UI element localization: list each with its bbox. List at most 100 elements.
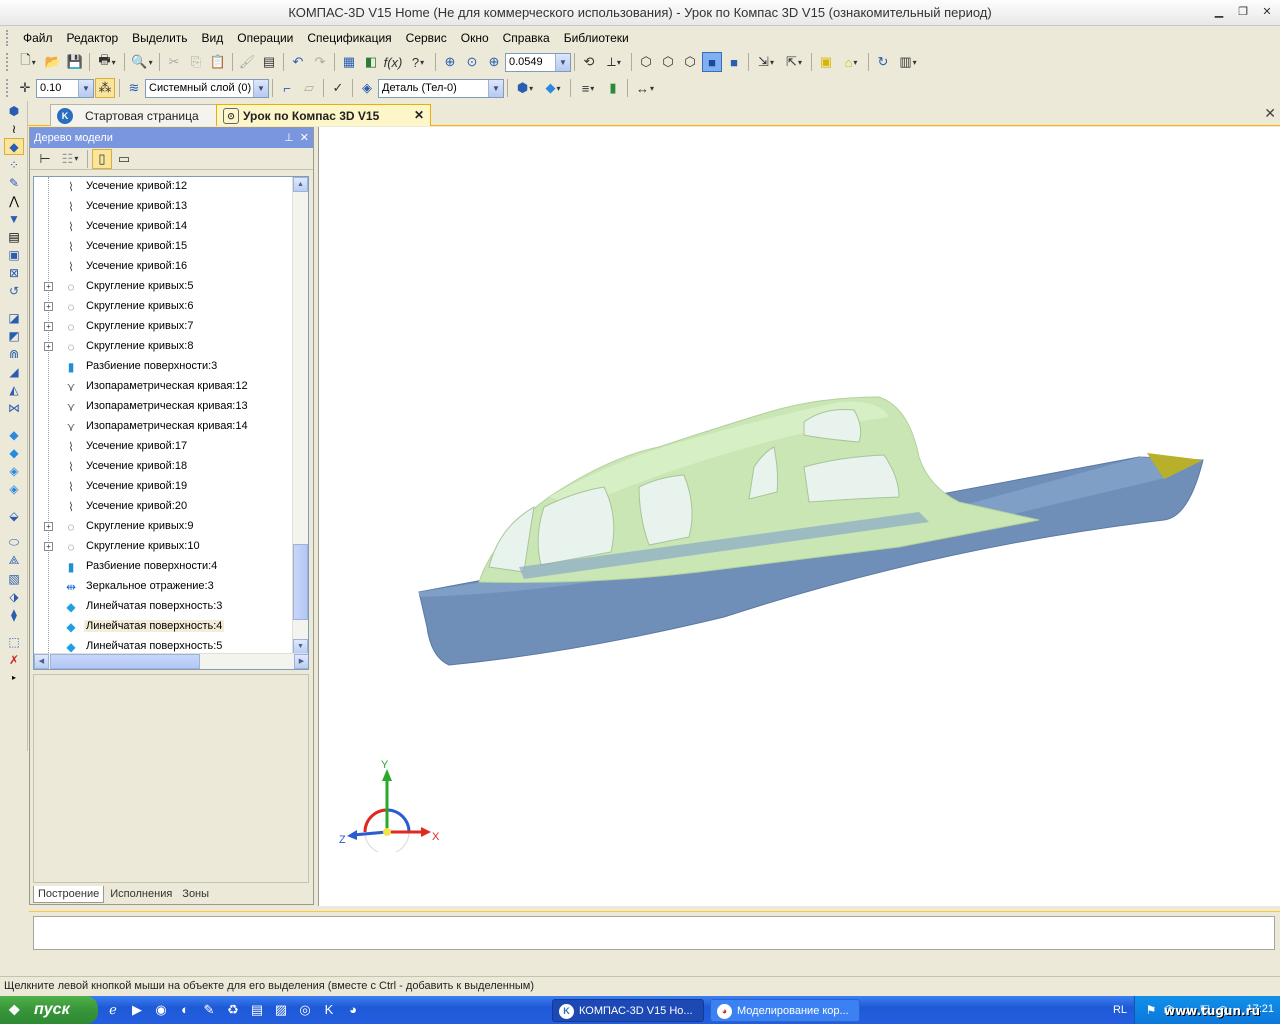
scroll-down-icon[interactable]: ▼ bbox=[293, 639, 308, 654]
halftone-icon[interactable]: ■ bbox=[702, 52, 722, 72]
arrays-icon[interactable]: ⁘ bbox=[4, 156, 24, 173]
patch-icon[interactable]: ◭ bbox=[4, 381, 24, 398]
mesh-surface-icon[interactable]: ⋈ bbox=[4, 399, 24, 416]
zoom-in-icon[interactable]: ⊕ bbox=[484, 52, 504, 72]
language-indicator[interactable]: RL bbox=[1106, 996, 1134, 1024]
auxiliary-geometry-icon[interactable]: ✎ bbox=[4, 174, 24, 191]
kinematic-surface-icon[interactable]: ⋒ bbox=[4, 345, 24, 362]
tab-lesson[interactable]: ⊙ Урок по Компас 3D V15 ✕ bbox=[216, 104, 431, 126]
material-icon[interactable]: ⬢ bbox=[512, 78, 538, 98]
scroll-up-icon[interactable]: ▲ bbox=[293, 177, 308, 192]
zoom-scale-combo[interactable]: 0.0549 ▼ bbox=[505, 52, 571, 72]
component-icon[interactable]: ⌂ bbox=[838, 52, 864, 72]
menu-select[interactable]: Выделить bbox=[125, 31, 194, 45]
ruled-surface-tool-2-icon[interactable]: ◆ bbox=[4, 444, 24, 461]
layer-combo[interactable]: Системный слой (0) ▼ bbox=[145, 78, 269, 98]
hidden-thin-icon[interactable]: ⬡ bbox=[680, 52, 700, 72]
tab-start-page[interactable]: K Стартовая страница bbox=[50, 104, 222, 126]
surfaces-icon[interactable]: ◆ bbox=[4, 138, 24, 155]
tab-executions[interactable]: Исполнения bbox=[106, 886, 176, 902]
step-combo[interactable]: 0.10 ▼ bbox=[36, 78, 94, 98]
tree-separate-window-icon[interactable]: ▭ bbox=[114, 149, 134, 169]
trim-surface-icon[interactable]: ⟁ bbox=[4, 552, 24, 569]
boat-model[interactable] bbox=[319, 127, 1280, 906]
expand-panel-icon[interactable]: ▸ bbox=[4, 669, 24, 686]
delete-faces-icon[interactable]: ✗ bbox=[4, 651, 24, 668]
close-icon[interactable]: ✕ bbox=[1258, 4, 1276, 20]
restore-surface-icon[interactable]: ⬚ bbox=[4, 633, 24, 650]
restore-icon[interactable]: ❐ bbox=[1234, 4, 1252, 20]
expand-icon[interactable]: + bbox=[44, 282, 53, 291]
part-icon[interactable]: ◈ bbox=[357, 78, 377, 98]
mirror-tool-icon[interactable]: ⧫ bbox=[4, 606, 24, 623]
tree-view-mode-icon[interactable]: ☷ bbox=[57, 149, 83, 169]
zoom-window-icon[interactable]: ⊕ bbox=[440, 52, 460, 72]
scroll-right-icon[interactable]: ▶ bbox=[294, 654, 308, 669]
paste-icon[interactable]: 📋 bbox=[208, 52, 228, 72]
copy-icon[interactable]: ⎘ bbox=[186, 52, 206, 72]
surface-by-network-icon[interactable]: ◈ bbox=[4, 480, 24, 497]
tree-horizontal-scrollbar[interactable]: ◀ ▶ bbox=[34, 653, 308, 669]
menu-specification[interactable]: Спецификация bbox=[300, 31, 398, 45]
menu-service[interactable]: Сервис bbox=[399, 31, 454, 45]
media-player-icon[interactable]: ▶ bbox=[128, 1000, 146, 1020]
close-tab-icon[interactable]: ✕ bbox=[414, 108, 424, 122]
orientation-icon[interactable]: ⟂ bbox=[601, 52, 627, 72]
properties-icon[interactable]: ▤ bbox=[259, 52, 279, 72]
pen-icon[interactable]: ✎ bbox=[200, 1000, 218, 1020]
filters-icon[interactable]: ▼ bbox=[4, 210, 24, 227]
close-panel-icon[interactable]: ✕ bbox=[300, 132, 309, 144]
chrome-icon[interactable]: ◕ bbox=[344, 1000, 362, 1020]
menu-help[interactable]: Справка bbox=[496, 31, 557, 45]
checkmark-icon[interactable]: ✓ bbox=[328, 78, 348, 98]
sheet-icon[interactable]: ↺ bbox=[4, 282, 24, 299]
extend-surface-icon[interactable]: ⬙ bbox=[4, 507, 24, 524]
more-tools-icon[interactable]: ▥ bbox=[895, 52, 921, 72]
taskbar-chrome[interactable]: ◕ Моделирование кор... bbox=[710, 999, 860, 1022]
scroll-left-icon[interactable]: ◀ bbox=[34, 654, 49, 669]
cursor-step-icon[interactable]: ✛ bbox=[15, 78, 35, 98]
rotate-surface-icon[interactable]: ◩ bbox=[4, 327, 24, 344]
reports-icon[interactable]: ▣ bbox=[4, 246, 24, 263]
library-manager-icon[interactable]: ◧ bbox=[361, 52, 381, 72]
menu-file[interactable]: Файл bbox=[16, 31, 60, 45]
expand-icon[interactable]: + bbox=[44, 522, 53, 531]
rotate-icon[interactable]: ⟲ bbox=[579, 52, 599, 72]
manager-icon[interactable]: ▦ bbox=[339, 52, 359, 72]
save-icon[interactable]: 💾 bbox=[65, 52, 85, 72]
variables-icon[interactable]: f(x) bbox=[383, 52, 403, 72]
print-preview-icon[interactable]: 🔍 bbox=[129, 52, 155, 72]
model-viewport[interactable]: Y X Z bbox=[318, 127, 1280, 906]
spatial-curves-icon[interactable]: ≀ bbox=[4, 120, 24, 137]
extrude-surface-icon[interactable]: ◪ bbox=[4, 309, 24, 326]
body-icon[interactable]: ▣ bbox=[816, 52, 836, 72]
measure-icon[interactable]: ⇲ bbox=[753, 52, 779, 72]
chevron-down-icon[interactable]: ▼ bbox=[555, 53, 570, 71]
start-button[interactable]: ❖ пуск bbox=[0, 996, 98, 1024]
image-viewer-icon[interactable]: ▨ bbox=[272, 1000, 290, 1020]
menu-view[interactable]: Вид bbox=[195, 31, 231, 45]
zoom-dynamic-icon[interactable]: ⊙ bbox=[462, 52, 482, 72]
menu-libraries[interactable]: Библиотеки bbox=[557, 31, 636, 45]
notepad-icon[interactable]: ▤ bbox=[248, 1000, 266, 1020]
tree-document-icon[interactable]: ▯ bbox=[92, 148, 112, 169]
help-pointer-icon[interactable]: ? bbox=[405, 52, 431, 72]
dimension-icon[interactable]: ↔ bbox=[632, 78, 658, 98]
expand-icon[interactable]: + bbox=[44, 542, 53, 551]
filter-icon[interactable]: ⇱ bbox=[781, 52, 807, 72]
ie-icon[interactable]: ℯ bbox=[104, 1000, 122, 1020]
recycle-icon[interactable]: ♻ bbox=[224, 1000, 242, 1020]
loft-surface-icon[interactable]: ◢ bbox=[4, 363, 24, 380]
layer-order-icon[interactable]: ≡ bbox=[575, 78, 601, 98]
firefox-icon[interactable]: ◐ bbox=[176, 1000, 194, 1020]
color-icon[interactable]: ◆ bbox=[540, 78, 566, 98]
new-document-icon[interactable]: 🗋 bbox=[15, 52, 41, 72]
taskbar-kompas[interactable]: K КОМПАС-3D V15 Ho... bbox=[552, 999, 704, 1022]
part-combo[interactable]: Деталь (Тел-0) ▼ bbox=[378, 78, 504, 98]
rebuild-icon[interactable]: ↻ bbox=[873, 52, 893, 72]
scroll-thumb[interactable] bbox=[293, 544, 308, 620]
specification-icon[interactable]: ▤ bbox=[4, 228, 24, 245]
layers-icon[interactable]: ≋ bbox=[124, 78, 144, 98]
plane-icon[interactable]: ▱ bbox=[299, 78, 319, 98]
cut-icon[interactable]: ✂ bbox=[164, 52, 184, 72]
